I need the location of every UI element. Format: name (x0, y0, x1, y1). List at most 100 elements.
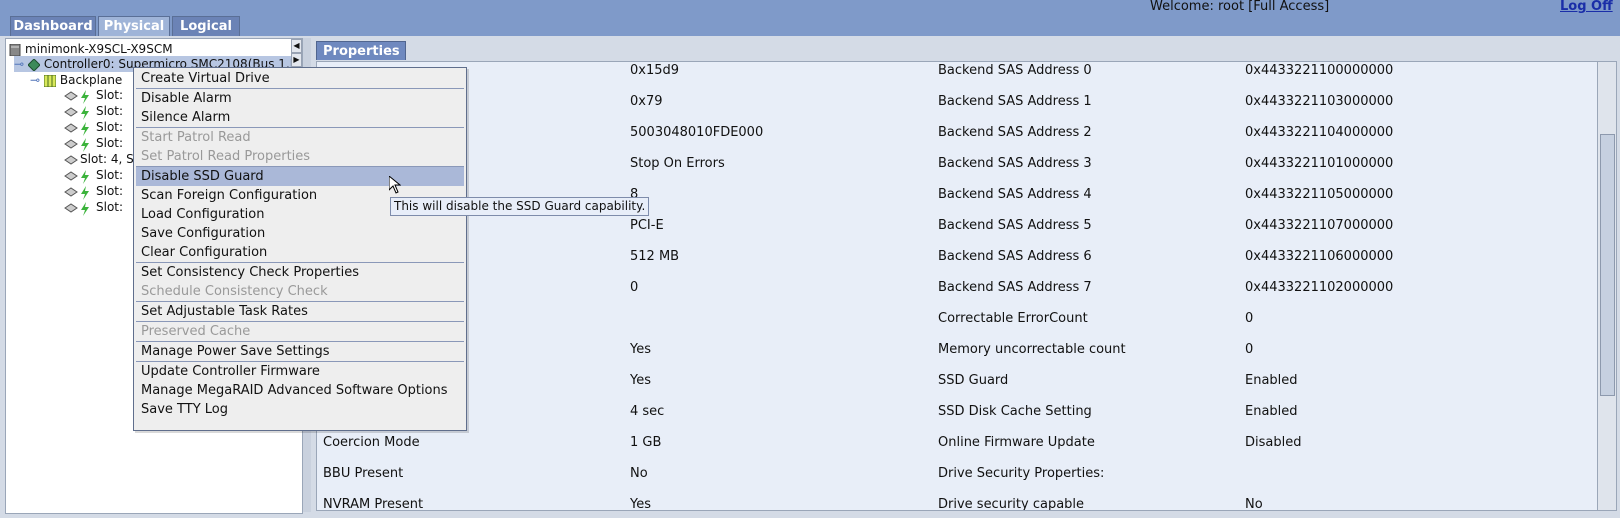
tree-slot[interactable]: Slot: (64, 103, 124, 120)
property-value: Enabled (1245, 404, 1298, 419)
menu-item[interactable]: Manage MegaRAID Advanced Software Option… (136, 381, 464, 400)
property-value: Stop On Errors (630, 156, 725, 171)
tree-backplane[interactable]: ⊸ Backplane (30, 72, 122, 88)
tooltip: This will disable the SSD Guard capabili… (390, 197, 650, 216)
tree-slot[interactable]: Slot: (64, 183, 123, 200)
property-label: Backend SAS Address 6 (938, 249, 1092, 264)
drive-icon (64, 106, 78, 118)
property-label: Memory uncorrectable count (938, 342, 1126, 357)
menu-item[interactable]: Save Configuration (136, 224, 464, 243)
property-value: 0x15d9 (630, 63, 680, 78)
tree-slot[interactable]: Slot: (64, 135, 123, 152)
drive-icon (64, 122, 78, 134)
property-value: 0x4433221107000000 (1245, 218, 1394, 233)
property-value: 0x4433221101000000 (1245, 156, 1394, 171)
tree-slot[interactable]: Slot: 4, S (64, 151, 134, 167)
property-value: 5003048010FDE000 (630, 125, 764, 140)
drive-icon (64, 154, 78, 166)
menu-item[interactable]: Update Controller Firmware (136, 362, 464, 381)
tree-slot[interactable]: Slot: (64, 199, 123, 216)
tree-slot-label: Slot: (96, 168, 124, 182)
scrollbar-thumb[interactable] (1600, 134, 1615, 396)
server-icon (9, 43, 21, 56)
property-label: NVRAM Present (323, 497, 424, 511)
property-value: 0x4433221105000000 (1245, 187, 1394, 202)
property-row: Yes Memory uncorrectable count 0 (317, 334, 1598, 365)
lightning-icon (80, 185, 92, 200)
tree-root[interactable]: minimonk-X9SCL-X9SCM (9, 41, 173, 57)
property-row: 4 sec SSD Disk Cache Setting Enabled (317, 396, 1598, 427)
property-label: Coercion Mode (323, 435, 420, 450)
tab-dashboard[interactable]: Dashboard (10, 16, 96, 36)
tree-slot-label: Slot: 4, S (80, 152, 134, 166)
tab-physical[interactable]: Physical (98, 16, 170, 36)
property-row: 0x79 Backend SAS Address 1 0x4433221103000… (317, 86, 1598, 117)
menu-item[interactable]: Disable Alarm (136, 89, 464, 108)
menu-item[interactable]: Disable SSD Guard (136, 167, 464, 186)
log-off-link[interactable]: Log Off (1560, 0, 1613, 14)
tree-slot-label: Slot: (96, 88, 124, 102)
lightning-icon (80, 201, 92, 216)
menu-item[interactable]: Set Adjustable Task Rates (136, 302, 464, 321)
menu-item: Schedule Consistency Check (141, 284, 328, 299)
drive-icon (64, 170, 78, 182)
property-value: 512 MB (630, 249, 680, 264)
menu-item: Preserved Cache (141, 324, 251, 339)
context-menu: Create Virtual Drive Disable Alarm Silence… (133, 67, 467, 431)
property-label: Backend SAS Address 3 (938, 156, 1092, 171)
tree-slot[interactable]: Slot: (64, 87, 124, 104)
tree-slot[interactable]: Slot: (64, 167, 124, 184)
property-row: 5003048010FDE000 Backend SAS Address 2 0x4… (317, 117, 1598, 148)
property-label: Backend SAS Address 5 (938, 218, 1092, 233)
property-label: Drive Security Properties: (938, 466, 1105, 481)
menu-item[interactable]: Set Consistency Check Properties (136, 263, 464, 282)
scroll-left-icon[interactable]: ◀ (291, 39, 302, 53)
welcome-text: Welcome: root [Full Access] (1150, 0, 1330, 14)
property-value: 0 (1245, 342, 1254, 357)
tree-slot-label: Slot: (96, 104, 124, 118)
property-value: Enabled (1245, 373, 1298, 388)
property-value: Disabled (1245, 435, 1302, 450)
property-label: Drive security capable (938, 497, 1085, 511)
property-label: BBU Present (323, 466, 404, 481)
menu-item[interactable]: Clear Configuration (136, 243, 464, 262)
property-row: NVRAM Present Yes Drive security capable No (317, 489, 1598, 511)
property-value: 0x4433221102000000 (1245, 280, 1394, 295)
property-value: No (1245, 497, 1263, 511)
property-label: SSD Disk Cache Setting (938, 404, 1092, 419)
property-value: 4 sec (630, 404, 665, 419)
properties-table: 0x15d9 Backend SAS Address 0 0x44332211000… (316, 61, 1599, 511)
vertical-scrollbar[interactable] (1597, 61, 1617, 511)
tree-backplane-label: Backplane (59, 73, 123, 87)
property-label: Backend SAS Address 0 (938, 63, 1092, 78)
property-value: Yes (630, 373, 651, 388)
property-value: 0 (1245, 311, 1254, 326)
drive-icon (64, 202, 78, 214)
property-label: Backend SAS Address 2 (938, 125, 1092, 140)
property-value: 1 GB (630, 435, 662, 450)
property-row: 0 Backend SAS Address 7 0x4433221102000000 (317, 272, 1598, 303)
property-row: Coercion Mode 1 GB Online Firmware Update D… (317, 427, 1598, 458)
tab-logical[interactable]: Logical (172, 16, 240, 36)
menu-item[interactable]: Silence Alarm (136, 108, 464, 127)
tree-expand-icon: ⊸ (14, 57, 25, 71)
property-label: Backend SAS Address 7 (938, 280, 1092, 295)
menu-item[interactable]: Create Virtual Drive (136, 69, 464, 88)
controller-icon (27, 57, 41, 72)
property-value: Yes (630, 342, 651, 357)
property-label: Correctable ErrorCount (938, 311, 1088, 326)
property-label: Online Firmware Update (938, 435, 1095, 450)
property-row: BBU Present No Drive Security Properties: (317, 458, 1598, 489)
property-value: Yes (630, 497, 651, 511)
lightning-icon (80, 137, 92, 152)
tree-slot[interactable]: Slot: (64, 119, 124, 136)
tree-slot-label: Slot: (96, 120, 124, 134)
property-label: Backend SAS Address 1 (938, 94, 1092, 109)
property-row: Yes SSD Guard Enabled (317, 365, 1598, 396)
property-value: 0x79 (630, 94, 663, 109)
top-bar: Dashboard Physical Logical Welcome: root… (0, 0, 1620, 36)
menu-item[interactable]: Manage Power Save Settings (136, 342, 464, 361)
scroll-right-icon[interactable]: ▶ (291, 53, 302, 67)
tab-properties[interactable]: Properties (316, 41, 406, 60)
menu-item[interactable]: Save TTY Log (136, 400, 464, 419)
